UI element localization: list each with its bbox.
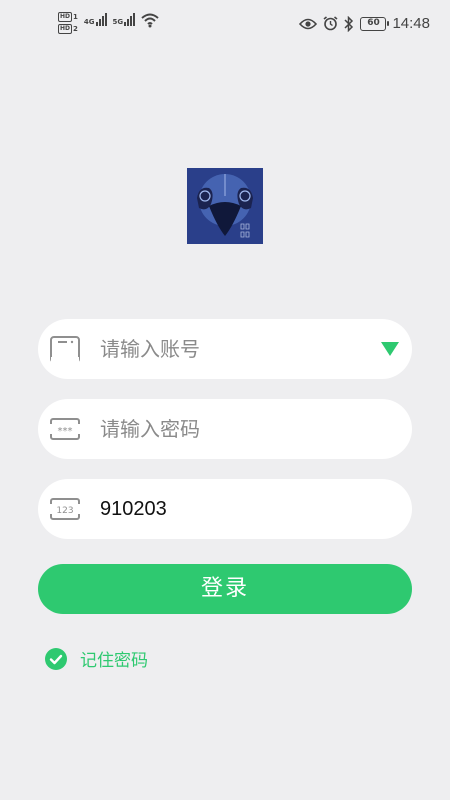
sim2-hd-label: HD xyxy=(58,24,73,34)
signal-bars-1-icon xyxy=(95,12,107,26)
account-icon xyxy=(50,336,80,363)
account-input[interactable]: 请输入账号 xyxy=(100,319,200,379)
account-field[interactable]: 请输入账号 xyxy=(38,319,412,379)
dropdown-arrow-icon[interactable] xyxy=(380,341,400,357)
login-screen: HD 1 HD 2 4G 5G 60 14:48 请输入账号 *** 请输入密码… xyxy=(0,0,450,800)
status-bar-left: HD 1 HD 2 4G 5G xyxy=(58,12,159,34)
app-logo-artwork xyxy=(187,168,263,244)
number-code-icon: 123 xyxy=(50,498,80,520)
remember-password-label: 记住密码 xyxy=(80,651,148,671)
password-input[interactable]: 请输入密码 xyxy=(100,399,200,459)
signal-bars-2-icon xyxy=(124,12,136,26)
sim-indicators: HD 1 HD 2 xyxy=(58,12,78,34)
login-button[interactable]: 登录 xyxy=(38,564,412,614)
app-logo xyxy=(187,168,263,244)
network-type-1: 4G xyxy=(83,18,95,26)
status-bar: HD 1 HD 2 4G 5G 60 14:48 xyxy=(0,0,450,50)
password-icon-text: *** xyxy=(58,426,73,437)
bluetooth-icon xyxy=(344,15,354,32)
alarm-icon xyxy=(323,16,338,31)
network-type-2: 5G xyxy=(112,18,124,26)
checkmark-circle-icon[interactable] xyxy=(44,647,68,671)
remember-password-toggle[interactable]: 记住密码 xyxy=(44,646,148,671)
status-time: 14:48 xyxy=(392,15,430,32)
battery-level: 60 xyxy=(367,17,380,28)
sim1-badge: HD 1 xyxy=(58,12,78,22)
password-field[interactable]: *** 请输入密码 xyxy=(38,399,412,459)
code-field[interactable]: 123 910203 xyxy=(38,479,412,539)
status-bar-right: 60 14:48 xyxy=(299,15,430,32)
battery-indicator: 60 xyxy=(360,16,390,31)
number-code-icon-text: 123 xyxy=(56,506,73,516)
code-input[interactable]: 910203 xyxy=(100,479,167,539)
sim1-hd-label: HD xyxy=(58,12,73,22)
signal-2: 5G xyxy=(113,12,136,26)
sim1-index: 1 xyxy=(73,13,78,21)
wifi-icon xyxy=(141,13,159,28)
signal-1: 4G xyxy=(84,12,107,26)
sim2-badge: HD 2 xyxy=(58,24,78,34)
password-icon: *** xyxy=(50,418,80,440)
eye-icon xyxy=(299,18,318,29)
sim2-index: 2 xyxy=(73,25,78,33)
